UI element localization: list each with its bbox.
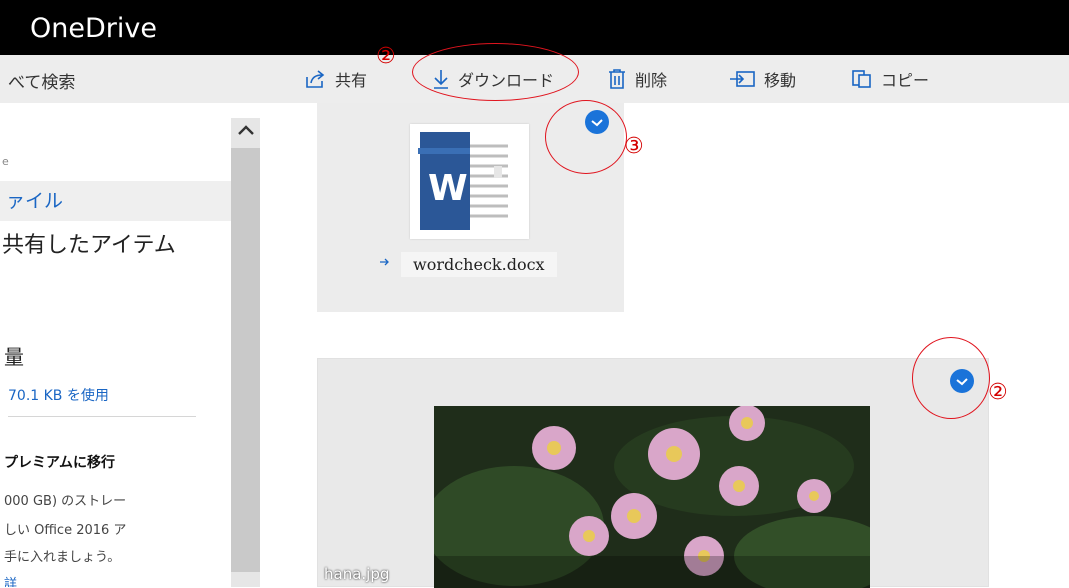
promo-text-line: しい Office 2016 ア	[4, 523, 127, 538]
share-icon	[305, 69, 327, 89]
file-arrow-icon	[379, 255, 391, 274]
sidebar-item-files[interactable]: ァイル	[0, 181, 232, 221]
svg-text:W: W	[428, 168, 468, 209]
app-title[interactable]: OneDrive	[30, 12, 157, 46]
promo-text-line: 手に入れましょう。	[4, 550, 121, 565]
chevron-up-icon[interactable]	[236, 122, 256, 141]
sidebar-item-shared[interactable]: 共有したアイテム	[2, 227, 176, 259]
storage-heading: 量	[4, 345, 24, 369]
sidebar: e ァイル 共有したアイテム 量 70.1 KB を使用 プレミアムに移行 00…	[0, 103, 245, 587]
file-tile-jpg[interactable]: hana.jpg	[317, 358, 989, 588]
sidebar-divider	[8, 416, 196, 417]
trash-icon	[607, 68, 627, 90]
annotation-marker: ②	[988, 380, 1008, 405]
delete-button[interactable]: 削除	[607, 67, 667, 91]
scrollbar-thumb[interactable]	[231, 148, 260, 572]
sidebar-scrollbar[interactable]	[231, 118, 260, 587]
annotation-ellipse-doc	[545, 100, 627, 174]
word-document-thumbnail: W	[410, 124, 529, 239]
copy-label: コピー	[881, 71, 930, 90]
move-button[interactable]: 移動	[728, 67, 796, 91]
sidebar-small-label: e	[2, 155, 9, 168]
copy-icon	[851, 69, 873, 89]
storage-usage-link[interactable]: 70.1 KB を使用	[8, 385, 109, 405]
promo-text-line: 000 GB) のストレー	[4, 494, 127, 509]
flower-photo	[434, 406, 870, 588]
move-label: 移動	[764, 71, 797, 90]
search-box[interactable]: べて検索	[8, 68, 75, 93]
share-button[interactable]: 共有	[305, 67, 367, 91]
file-name-row: wordcheck.docx	[379, 249, 557, 279]
promo-link[interactable]: 詳	[4, 573, 17, 587]
annotation-ellipse-download	[412, 43, 579, 101]
move-icon	[728, 69, 756, 89]
share-label: 共有	[335, 71, 368, 90]
annotation-marker: ③	[624, 134, 644, 159]
premium-heading: プレミアムに移行	[4, 455, 116, 471]
file-name[interactable]: wordcheck.docx	[401, 251, 557, 277]
annotation-marker: ②	[376, 44, 396, 69]
copy-button[interactable]: コピー	[851, 67, 929, 91]
file-name[interactable]: hana.jpg	[324, 565, 389, 583]
delete-label: 削除	[635, 71, 668, 90]
annotation-ellipse-photo	[912, 337, 990, 419]
